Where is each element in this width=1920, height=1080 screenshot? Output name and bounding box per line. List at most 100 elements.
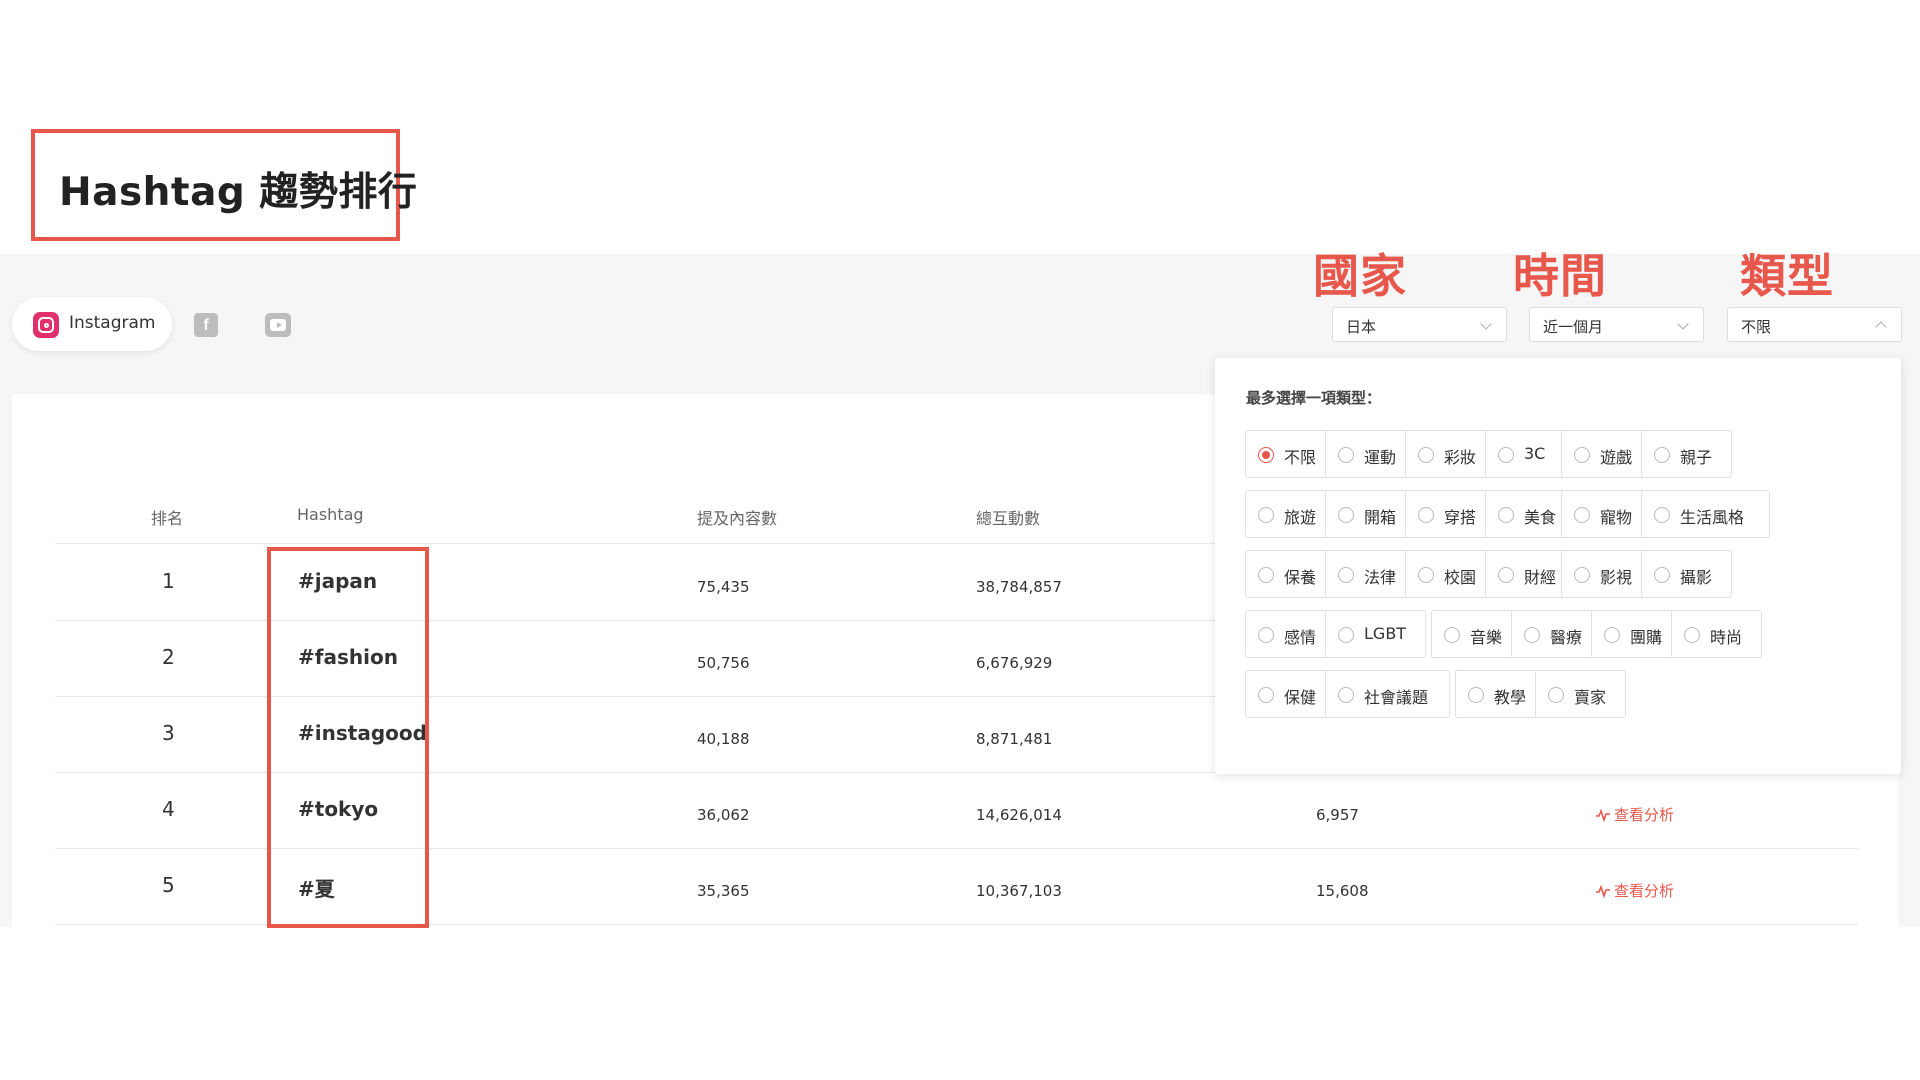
- category-option-label: 運動: [1364, 448, 1397, 467]
- mentions-cell: 75,435: [697, 578, 750, 596]
- radio-icon: [1418, 567, 1434, 583]
- category-option[interactable]: 法律: [1325, 550, 1416, 598]
- average-cell: 15,608: [1316, 882, 1369, 900]
- category-option[interactable]: 社會議題: [1325, 670, 1450, 718]
- category-option[interactable]: 影視: [1561, 550, 1652, 598]
- category-option-label: 不限: [1284, 448, 1317, 467]
- mentions-cell: 35,365: [697, 882, 750, 900]
- rank-cell: 3: [162, 721, 175, 745]
- facebook-icon[interactable]: f: [194, 313, 218, 337]
- radio-icon: [1258, 567, 1274, 583]
- radio-icon: [1418, 447, 1434, 463]
- radio-icon: [1418, 507, 1434, 523]
- rank-cell: 4: [162, 797, 175, 821]
- chevron-down-icon: [1677, 318, 1689, 330]
- radio-icon: [1574, 567, 1590, 583]
- category-option[interactable]: LGBT: [1325, 610, 1426, 658]
- radio-icon: [1258, 687, 1274, 703]
- radio-icon: [1258, 507, 1274, 523]
- category-option[interactable]: 不限: [1245, 430, 1336, 478]
- interactions-cell: 6,676,929: [976, 654, 1053, 672]
- category-annotation: 類型: [1740, 249, 1834, 303]
- category-option-label: 時尚: [1710, 628, 1743, 647]
- header-interactions: 總互動數: [976, 509, 1041, 528]
- radio-icon: [1338, 687, 1354, 703]
- category-option[interactable]: 保健: [1245, 670, 1336, 718]
- view-analysis-link[interactable]: 查看分析: [1595, 804, 1674, 825]
- category-option-label: 財經: [1524, 568, 1557, 587]
- category-option[interactable]: 攝影: [1641, 550, 1732, 598]
- radio-icon: [1498, 447, 1514, 463]
- radio-icon: [1338, 447, 1354, 463]
- view-analysis-link[interactable]: 查看分析: [1595, 880, 1674, 901]
- category-option[interactable]: 時尚: [1671, 610, 1762, 658]
- category-option[interactable]: 賣家: [1535, 670, 1626, 718]
- category-option-label: 開箱: [1364, 508, 1397, 527]
- radio-icon: [1468, 687, 1484, 703]
- average-cell: 6,957: [1316, 806, 1359, 824]
- country-annotation: 國家: [1313, 249, 1407, 303]
- country-select-value: 日本: [1346, 318, 1377, 336]
- view-analysis-label: 查看分析: [1614, 806, 1675, 824]
- category-option-label: 感情: [1284, 628, 1317, 647]
- radio-icon: [1258, 627, 1274, 643]
- period-select[interactable]: 近一個月: [1529, 307, 1704, 342]
- radio-icon: [1258, 447, 1274, 463]
- category-option[interactable]: 運動: [1325, 430, 1416, 478]
- interactions-cell: 8,871,481: [976, 730, 1053, 748]
- category-option-label: 法律: [1364, 568, 1397, 587]
- category-option-label: 攝影: [1680, 568, 1713, 587]
- pulse-icon: [1596, 808, 1610, 822]
- category-option[interactable]: 醫療: [1511, 610, 1602, 658]
- pulse-icon: [1596, 884, 1610, 898]
- category-option[interactable]: 感情: [1245, 610, 1336, 658]
- category-option[interactable]: 穿搭: [1405, 490, 1496, 538]
- category-option[interactable]: 校園: [1405, 550, 1496, 598]
- mentions-cell: 40,188: [697, 730, 750, 748]
- period-select-value: 近一個月: [1543, 318, 1604, 336]
- radio-icon: [1684, 627, 1700, 643]
- category-option-label: 寵物: [1600, 508, 1633, 527]
- category-option-label: 遊戲: [1600, 448, 1633, 467]
- category-select[interactable]: 不限: [1727, 307, 1902, 342]
- category-dropdown: 最多選擇一項類型： 不限 運動 彩妝 3C 遊戲 親子 旅遊 開箱 穿搭 美食 寵物 生活風格 保養 法律…: [1215, 358, 1901, 774]
- chevron-up-icon: [1875, 321, 1887, 333]
- category-option-label: 親子: [1680, 448, 1713, 467]
- category-option[interactable]: 遊戲: [1561, 430, 1652, 478]
- category-option[interactable]: 開箱: [1325, 490, 1416, 538]
- category-option-label: 影視: [1600, 568, 1633, 587]
- chevron-down-icon: [1480, 318, 1492, 330]
- category-dropdown-title: 最多選擇一項類型：: [1246, 389, 1382, 407]
- radio-icon: [1654, 447, 1670, 463]
- mentions-cell: 36,062: [697, 806, 750, 824]
- radio-icon: [1524, 627, 1540, 643]
- youtube-icon[interactable]: [265, 313, 291, 337]
- category-option-label: 旅遊: [1284, 508, 1317, 527]
- period-annotation: 時間: [1513, 249, 1607, 303]
- category-option[interactable]: 親子: [1641, 430, 1732, 478]
- rank-cell: 2: [162, 645, 175, 669]
- page-title: Hashtag 趨勢排行: [59, 170, 418, 215]
- category-option[interactable]: 生活風格: [1641, 490, 1770, 538]
- category-option-label: LGBT: [1364, 624, 1407, 643]
- category-option-label: 彩妝: [1444, 448, 1477, 467]
- header-mentions: 提及內容數: [697, 509, 778, 528]
- tab-instagram[interactable]: Instagram: [12, 297, 172, 351]
- category-option[interactable]: 團購: [1591, 610, 1682, 658]
- category-option-label: 穿搭: [1444, 508, 1477, 527]
- radio-icon: [1338, 567, 1354, 583]
- category-select-value: 不限: [1741, 318, 1772, 336]
- radio-icon: [1654, 507, 1670, 523]
- category-option[interactable]: 保養: [1245, 550, 1336, 598]
- category-option[interactable]: 教學: [1455, 670, 1546, 718]
- instagram-icon: [33, 312, 59, 338]
- category-option[interactable]: 音樂: [1431, 610, 1522, 658]
- country-select[interactable]: 日本: [1332, 307, 1507, 342]
- category-option[interactable]: 寵物: [1561, 490, 1652, 538]
- radio-icon: [1338, 627, 1354, 643]
- category-option-label: 校園: [1444, 568, 1477, 587]
- category-option-label: 醫療: [1550, 628, 1583, 647]
- category-option[interactable]: 彩妝: [1405, 430, 1496, 478]
- category-option-label: 3C: [1524, 444, 1546, 463]
- rank-cell: 1: [162, 569, 175, 593]
